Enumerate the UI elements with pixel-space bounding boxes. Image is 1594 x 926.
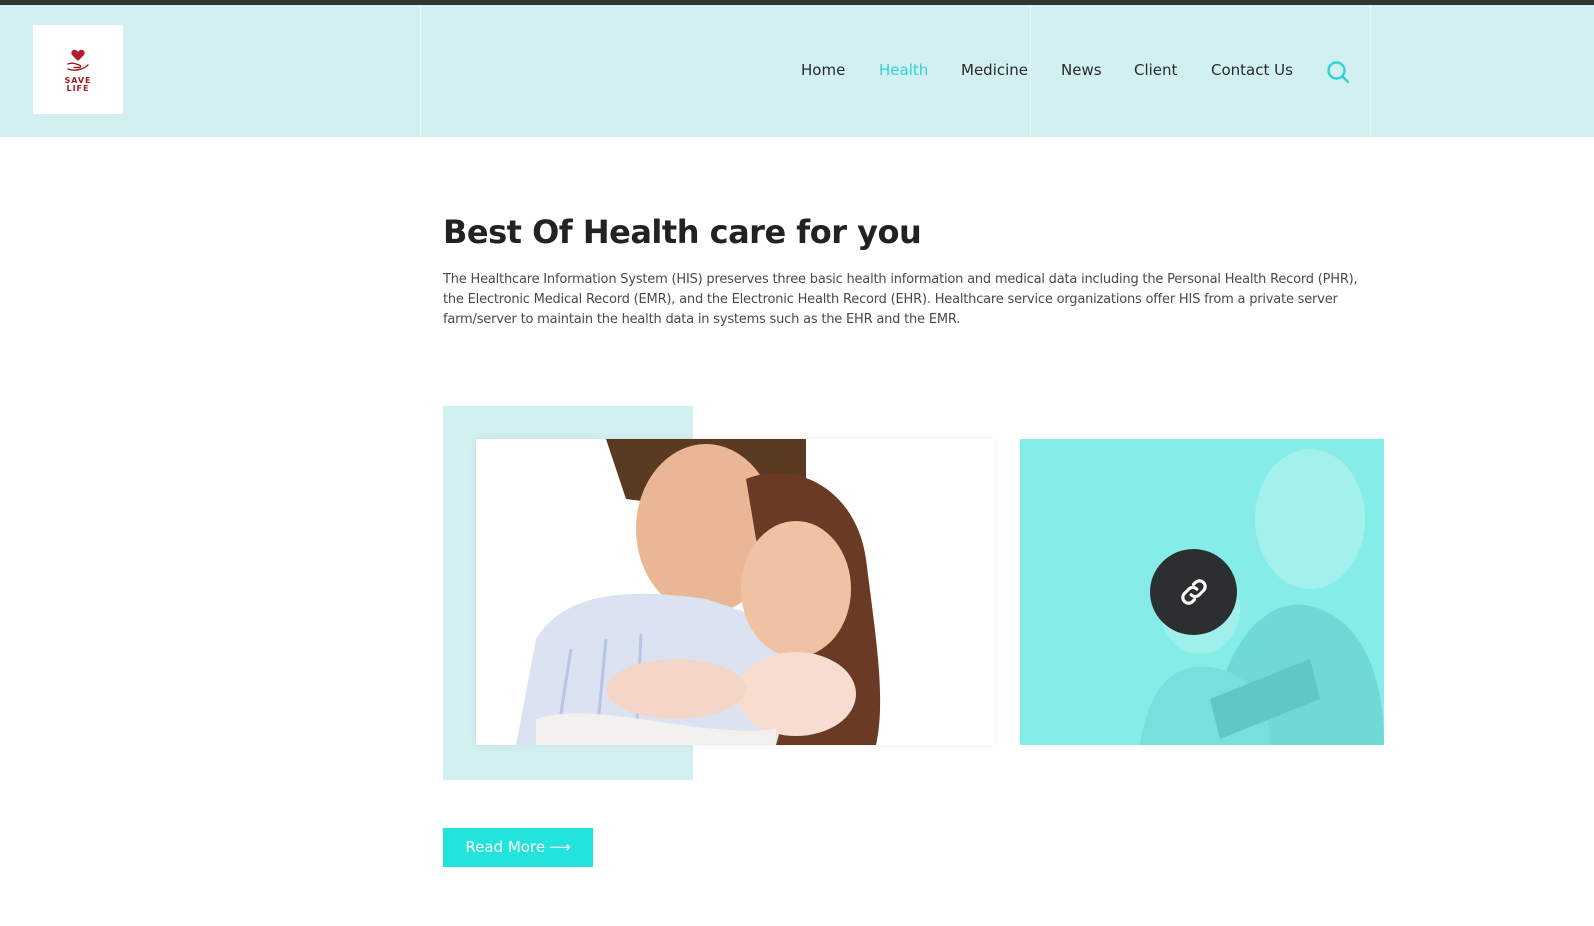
nav-item-client[interactable]: Client: [1134, 55, 1177, 85]
arrow-right-icon: ⟶: [549, 838, 571, 856]
read-more-button[interactable]: Read More ⟶: [443, 828, 593, 867]
family-photo-illustration: [476, 439, 995, 745]
nav-item-health[interactable]: Health: [879, 55, 928, 85]
link-icon: [1180, 579, 1207, 605]
page-description: The Healthcare Information System (HIS) …: [443, 272, 1358, 327]
nav-item-contact-us[interactable]: Contact Us: [1211, 55, 1293, 85]
nav-item-home[interactable]: Home: [801, 55, 845, 85]
logo-text-life: LIFE: [66, 83, 90, 93]
read-more-label: Read More: [465, 838, 546, 856]
site-header: SAVE LIFE Home Health Medicine News Clie…: [0, 5, 1594, 137]
nav-item-medicine[interactable]: Medicine: [961, 55, 1028, 85]
nav-item-news[interactable]: News: [1061, 55, 1102, 85]
family-photo: [476, 439, 995, 745]
page-title: Best Of Health care for you: [443, 213, 922, 251]
link-button[interactable]: [1150, 549, 1237, 635]
search-icon[interactable]: [1326, 60, 1350, 84]
main-nav: Home Health Medicine News Client Contact…: [0, 55, 1594, 85]
